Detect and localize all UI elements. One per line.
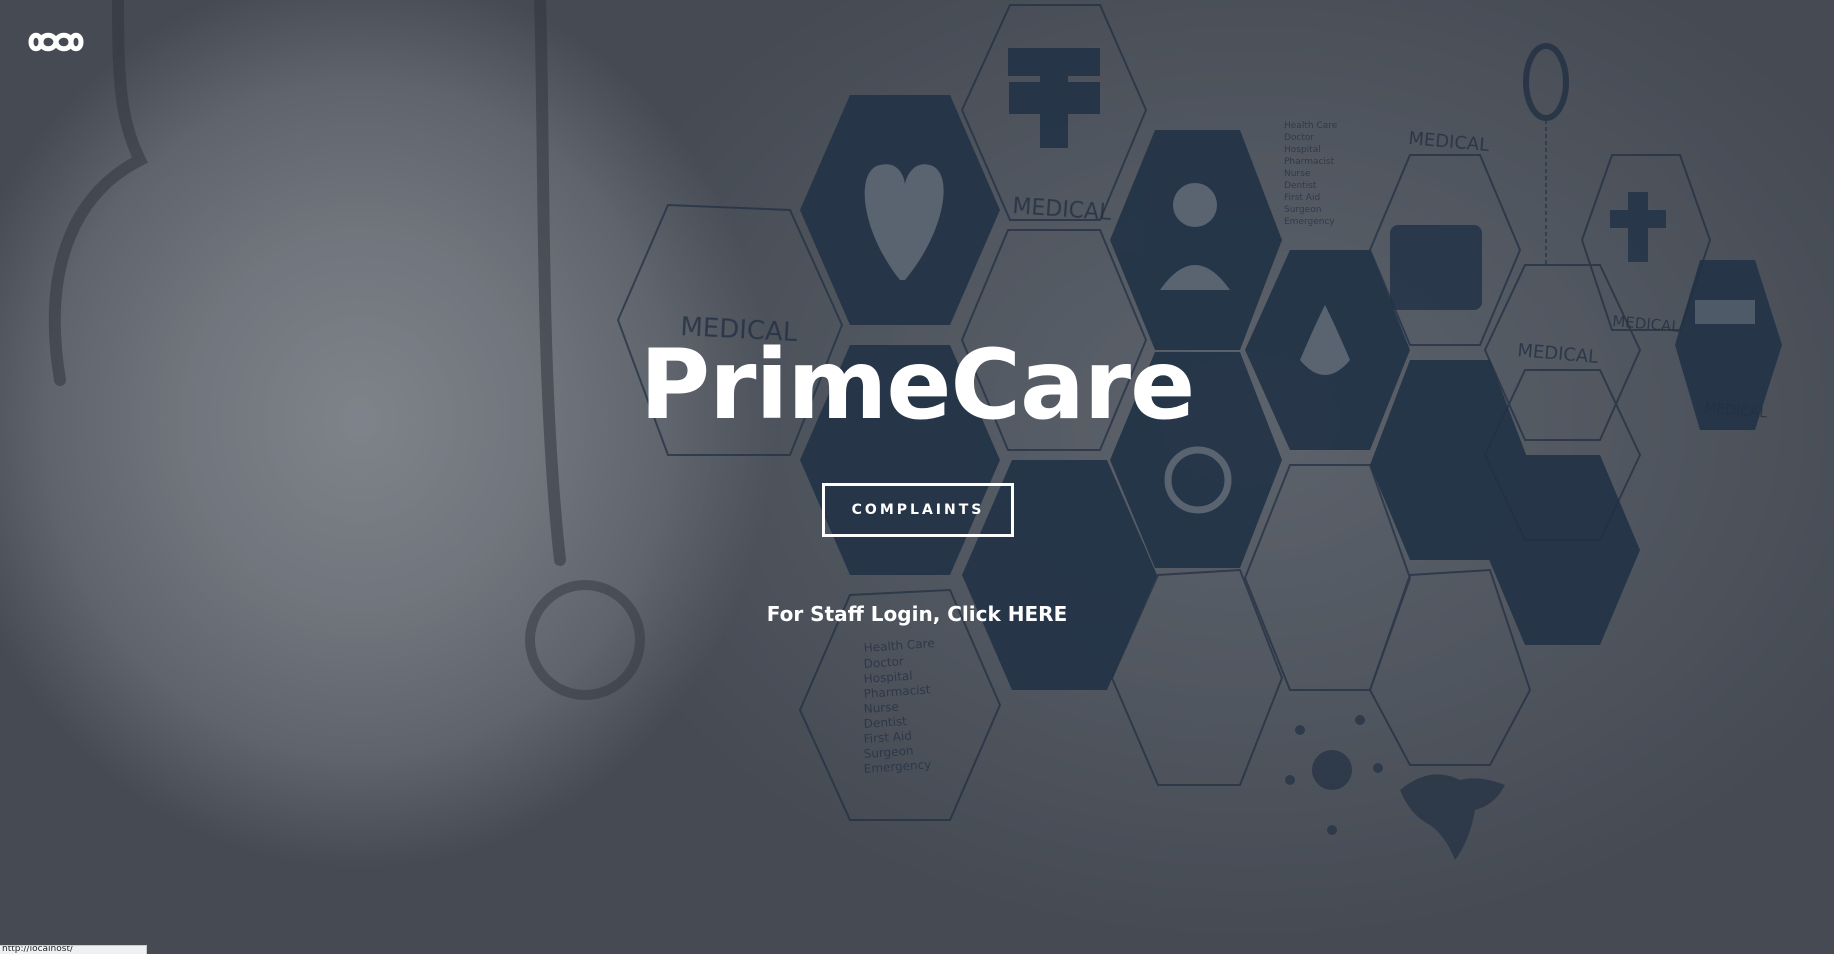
staff-login-text: For Staff Login, Click HERE [0,601,1834,627]
status-bar-url: http://localhost/ [0,945,147,954]
complaints-button[interactable]: COMPLAINTS [822,483,1014,537]
page-title: PrimeCare [639,329,1195,441]
staff-login-prefix: For Staff Login, Click [766,602,1008,626]
hero-content: PrimeCare COMPLAINTS For Staff Login, Cl… [0,0,1834,954]
landing-page: MEDICAL MEDICAL MEDICAL MEDICAL MEDICAL … [0,0,1834,954]
staff-login-link[interactable]: HERE [1008,602,1067,626]
